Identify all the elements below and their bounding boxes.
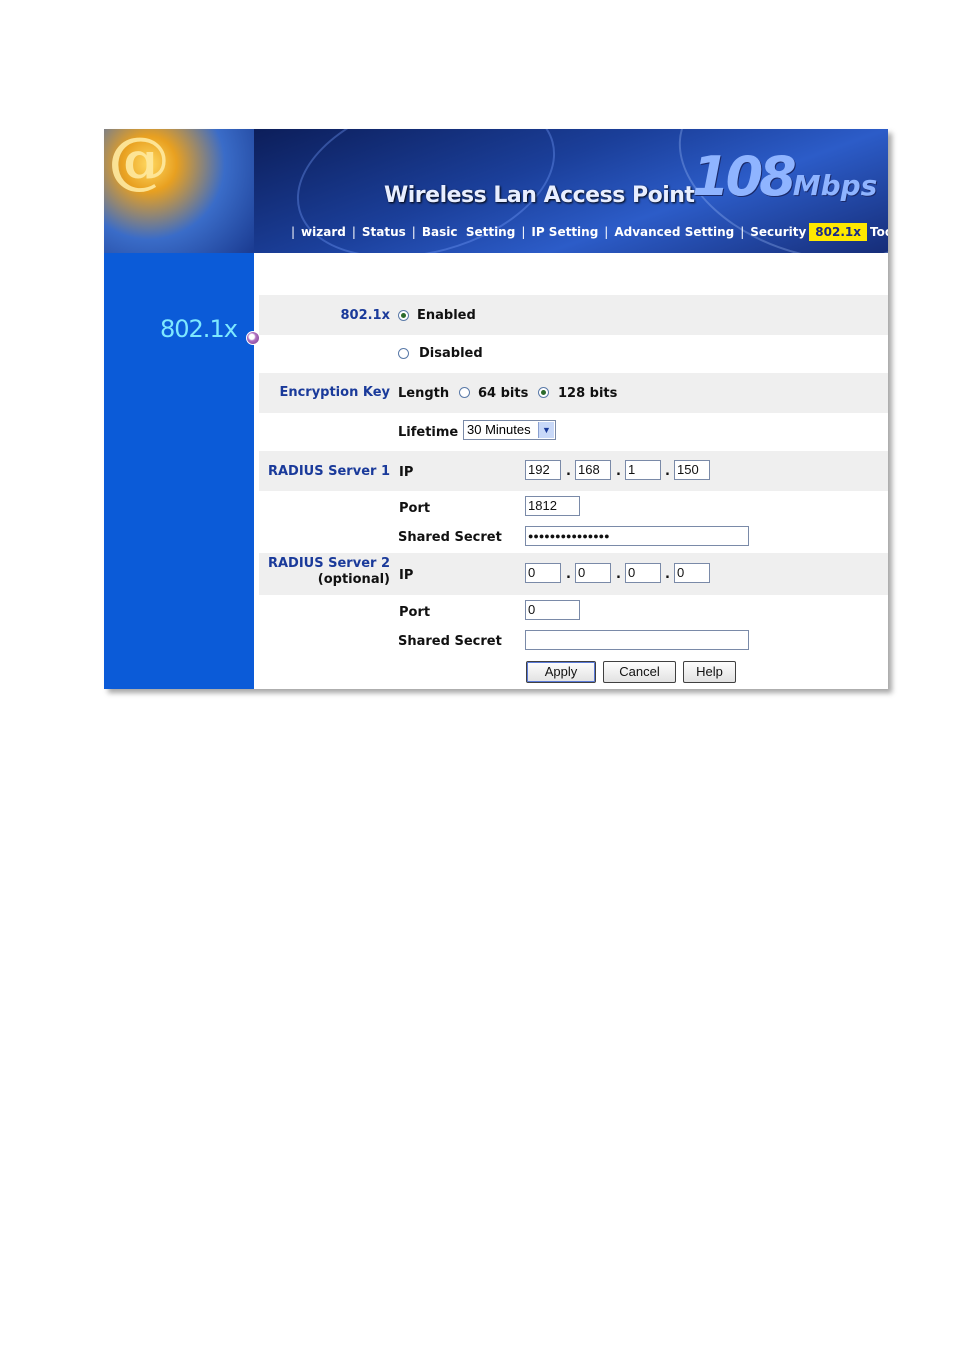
apply-button[interactable]: Apply bbox=[526, 661, 596, 683]
radius1-ip-octet-3[interactable]: 1 bbox=[625, 460, 661, 480]
banner-logo: @ bbox=[104, 123, 254, 253]
radius1-secret-label: Shared Secret bbox=[398, 530, 502, 545]
app-frame: @ Wireless Lan Access Point 108Mbps | wi… bbox=[104, 123, 888, 689]
radius2-port-label: Port bbox=[399, 605, 431, 620]
radius1-ip-octet-2[interactable]: 168 bbox=[575, 460, 611, 480]
nav-ip-setting[interactable]: IP Setting bbox=[528, 223, 601, 241]
disabled-radio[interactable] bbox=[398, 348, 409, 359]
at-logo-icon: @ bbox=[108, 123, 170, 196]
enabled-radio[interactable] bbox=[398, 310, 409, 321]
row-encryption-length: Encryption Key Length 64 bits 128 bits bbox=[259, 373, 888, 413]
speed-number: 108 bbox=[692, 145, 797, 208]
radius2-port-input[interactable]: 0 bbox=[525, 600, 580, 620]
nav-802-1x[interactable]: 802.1x bbox=[809, 223, 867, 241]
nav-separator: | bbox=[411, 225, 416, 239]
row-radius1-secret: Shared Secret ●●●●●●●●●●●●●●● bbox=[259, 523, 888, 553]
app-title: Wireless Lan Access Point bbox=[384, 183, 695, 208]
nav-separator: | bbox=[521, 225, 526, 239]
top-nav: | wizard | Status | Basic Setting | IP S… bbox=[288, 221, 888, 243]
speed-logo: 108Mbps bbox=[692, 145, 877, 208]
nav-separator: | bbox=[604, 225, 609, 239]
lifetime-select[interactable]: 30 Minutes ▼ bbox=[463, 420, 556, 440]
radius1-port-input[interactable]: 1812 bbox=[525, 496, 580, 516]
nav-tools[interactable]: Tools bbox=[867, 223, 888, 241]
radius2-secret-input[interactable] bbox=[525, 630, 749, 650]
ip-dot: . bbox=[616, 464, 621, 479]
row-buttons: Apply Cancel Help bbox=[259, 657, 888, 689]
row-radius1-ip: RADIUS Server 1 IP 192 . 168 . 1 . 150 bbox=[259, 451, 888, 491]
radius2-label: RADIUS Server 2 bbox=[267, 556, 390, 571]
row-radius2-secret: Shared Secret bbox=[259, 627, 888, 657]
length-128-label: 128 bits bbox=[558, 386, 618, 401]
sidebar: 802.1x bbox=[104, 253, 254, 689]
lifetime-label: Lifetime bbox=[398, 425, 459, 440]
length-64-label: 64 bits bbox=[478, 386, 529, 401]
row-radius2-ip: RADIUS Server 2 (optional) IP 0 . 0 . 0 … bbox=[259, 553, 888, 595]
lifetime-value: 30 Minutes bbox=[467, 422, 531, 437]
ip-dot: . bbox=[665, 464, 670, 479]
radius2-secret-label: Shared Secret bbox=[398, 634, 502, 649]
ip-dot: . bbox=[566, 464, 571, 479]
sidebar-title: 802.1x bbox=[160, 315, 238, 343]
settings-form: 802.1x Enabled Disabled Encryption Key L… bbox=[259, 253, 888, 689]
radius2-ip-octet-3[interactable]: 0 bbox=[625, 563, 661, 583]
radius1-ip-label: IP bbox=[399, 465, 414, 480]
speed-unit: Mbps bbox=[792, 169, 878, 202]
radius1-secret-input[interactable]: ●●●●●●●●●●●●●●● bbox=[525, 526, 749, 546]
ip-dot: . bbox=[616, 567, 621, 582]
nav-separator: | bbox=[740, 225, 745, 239]
nav-wizard[interactable]: wizard bbox=[298, 223, 349, 241]
encryption-key-label: Encryption Key bbox=[279, 385, 390, 400]
radius1-label: RADIUS Server 1 bbox=[267, 464, 390, 479]
banner: Wireless Lan Access Point 108Mbps | wiza… bbox=[254, 129, 888, 253]
enabled-label: Enabled bbox=[417, 308, 476, 323]
radius2-ip-octet-1[interactable]: 0 bbox=[525, 563, 561, 583]
radius1-ip-octet-1[interactable]: 192 bbox=[525, 460, 561, 480]
length-64-radio[interactable] bbox=[459, 387, 470, 398]
row-disabled: Disabled bbox=[259, 335, 888, 373]
radius1-ip-octet-4[interactable]: 150 bbox=[674, 460, 710, 480]
nav-separator: | bbox=[351, 225, 356, 239]
bullet-icon bbox=[246, 331, 260, 345]
nav-security[interactable]: Security bbox=[747, 223, 809, 241]
disabled-label: Disabled bbox=[419, 346, 483, 361]
radius2-ip-label: IP bbox=[399, 568, 414, 583]
row-802-1x: 802.1x Enabled bbox=[259, 295, 888, 335]
chevron-down-icon: ▼ bbox=[538, 422, 554, 438]
nav-basic-setting[interactable]: Basic Setting bbox=[419, 223, 518, 241]
length-128-radio[interactable] bbox=[538, 387, 549, 398]
row-lifetime: Lifetime 30 Minutes ▼ bbox=[259, 413, 888, 451]
ip-dot: . bbox=[665, 567, 670, 582]
nav-status[interactable]: Status bbox=[359, 223, 409, 241]
row-radius2-port: Port 0 bbox=[259, 595, 888, 627]
nav-advanced-setting[interactable]: Advanced Setting bbox=[611, 223, 737, 241]
length-label: Length bbox=[398, 386, 450, 401]
radius2-ip-octet-4[interactable]: 0 bbox=[674, 563, 710, 583]
radius1-port-label: Port bbox=[399, 501, 431, 516]
radius2-optional-label: (optional) bbox=[317, 572, 390, 587]
help-button[interactable]: Help bbox=[683, 661, 736, 683]
ip-dot: . bbox=[566, 567, 571, 582]
radius2-ip-octet-2[interactable]: 0 bbox=[575, 563, 611, 583]
dot1x-label: 802.1x bbox=[340, 308, 390, 323]
cancel-button[interactable]: Cancel bbox=[603, 661, 676, 683]
nav-separator: | bbox=[291, 225, 296, 239]
row-radius1-port: Port 1812 bbox=[259, 491, 888, 523]
